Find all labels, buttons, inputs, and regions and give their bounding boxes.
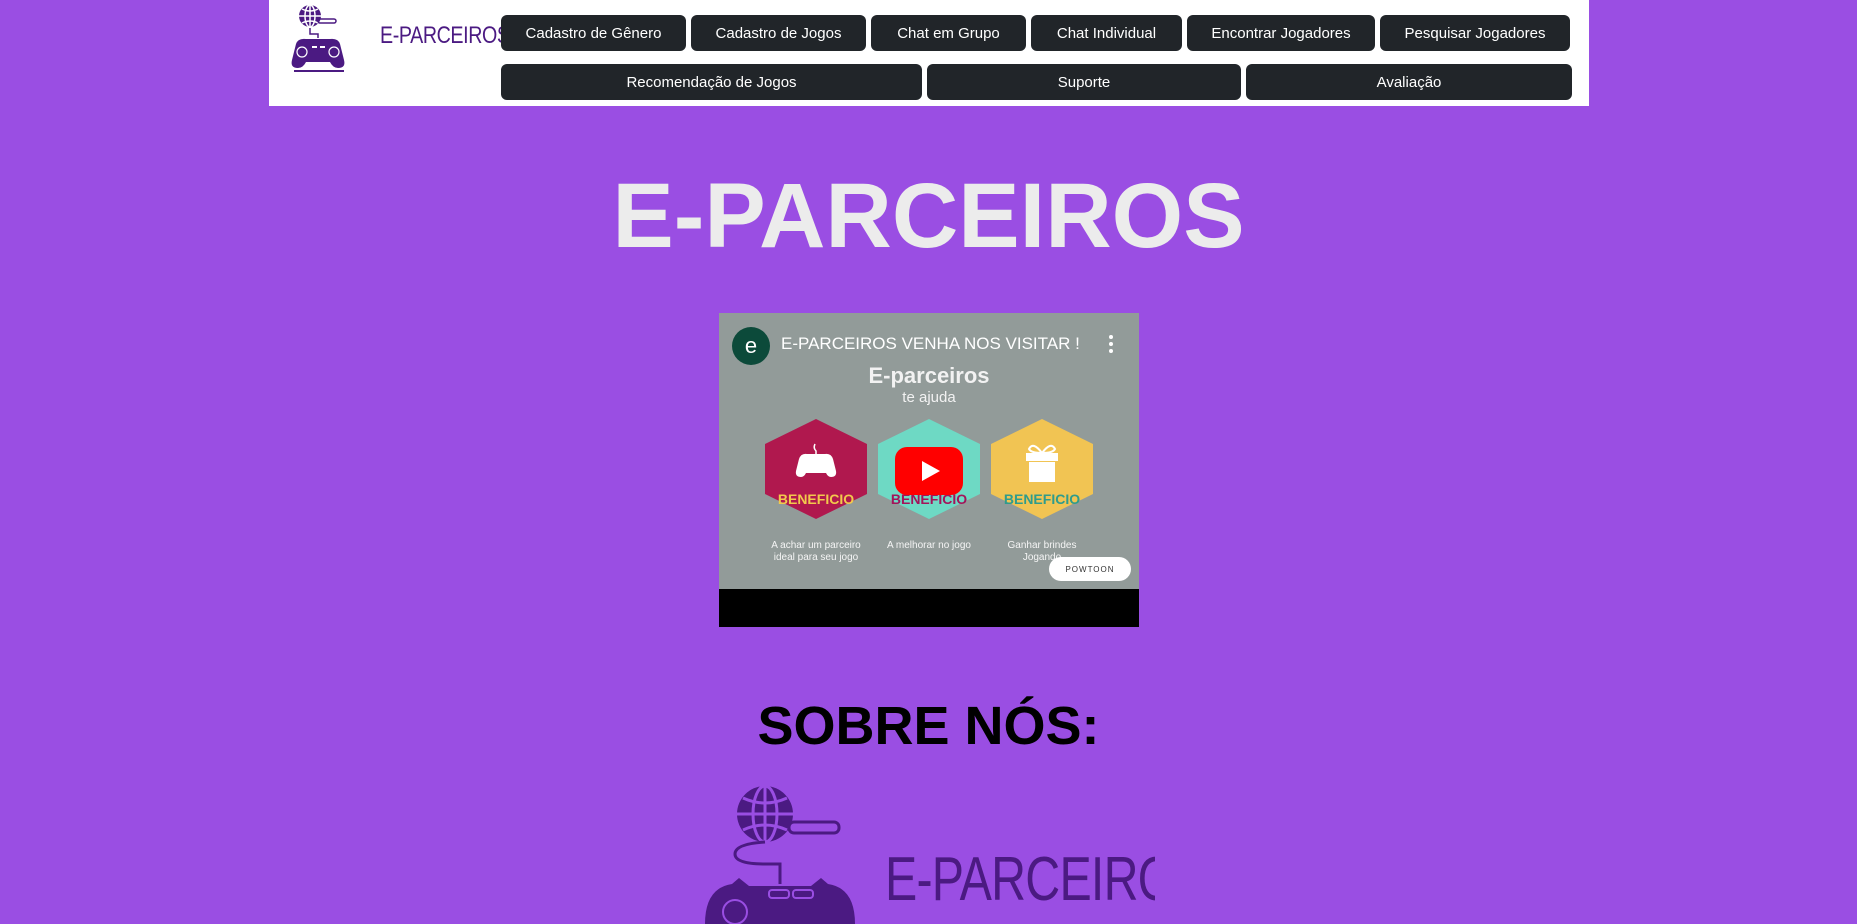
more-options-icon[interactable] — [1109, 335, 1113, 355]
nav-pesquisar-jogadores-button[interactable]: Pesquisar Jogadores — [1380, 15, 1570, 51]
video-thumbnail[interactable]: E-parceiros te ajuda BENEFICIO BENEFICIO… — [719, 313, 1139, 589]
channel-avatar[interactable]: e — [732, 327, 770, 365]
nav-cadastro-jogos-button[interactable]: Cadastro de Jogos — [691, 15, 866, 51]
benefit-caption-2: A melhorar no jogo — [887, 540, 971, 551]
nav-row-primary: Cadastro de Gênero Cadastro de Jogos Cha… — [501, 15, 1570, 51]
about-logo: E-PARCEIROS — [705, 784, 1155, 924]
globe-gamepad-icon — [291, 4, 345, 72]
brand-name: E-PARCEIROS — [380, 22, 510, 49]
globe-gamepad-icon — [705, 784, 855, 924]
brand-logo[interactable]: E-PARCEIROS — [288, 2, 510, 74]
nav-row-secondary: Recomendação de Jogos Suporte Avaliação — [501, 64, 1572, 100]
nav-avaliacao-button[interactable]: Avaliação — [1246, 64, 1572, 100]
about-title: SOBRE NÓS: — [757, 696, 1100, 756]
video-embed[interactable]: E-parceiros te ajuda BENEFICIO BENEFICIO… — [719, 313, 1139, 627]
nav-suporte-button[interactable]: Suporte — [927, 64, 1241, 100]
nav-encontrar-jogadores-button[interactable]: Encontrar Jogadores — [1187, 15, 1375, 51]
nav-recomendacao-jogos-button[interactable]: Recomendação de Jogos — [501, 64, 922, 100]
about-logo-text: E-PARCEIROS — [885, 845, 1155, 914]
nav-chat-grupo-button[interactable]: Chat em Grupo — [871, 15, 1026, 51]
benefit-label-3: BENEFICIO — [1003, 491, 1081, 507]
hero-title: E-PARCEIROS — [612, 165, 1245, 267]
powtoon-watermark: POWTOON — [1049, 557, 1131, 581]
youtube-play-icon[interactable] — [895, 447, 963, 495]
nav-cadastro-genero-button[interactable]: Cadastro de Gênero — [501, 15, 686, 51]
benefit-label-1: BENEFICIO — [777, 491, 855, 507]
benefit-caption-1: A achar um parceiro ideal para seu jogo — [771, 540, 861, 563]
top-navbar: E-PARCEIROS Cadastro de Gênero Cadastro … — [269, 0, 1589, 106]
video-title[interactable]: E-PARCEIROS VENHA NOS VISITAR ! — [781, 334, 1080, 354]
nav-chat-individual-button[interactable]: Chat Individual — [1031, 15, 1182, 51]
